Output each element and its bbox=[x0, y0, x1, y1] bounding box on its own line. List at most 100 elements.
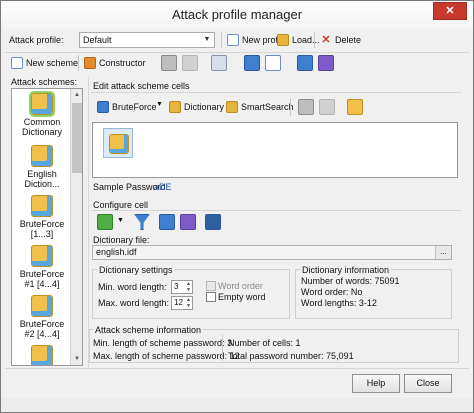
min-word-length-stepper[interactable]: 3 ▲ ▼ bbox=[171, 280, 193, 294]
word-lengths-info: Word lengths: 3-12 bbox=[301, 298, 377, 308]
chevron-down-icon: ▼ bbox=[203, 36, 211, 43]
delete-scheme-icon[interactable] bbox=[211, 55, 227, 71]
attack-schemes-pane: Attack schemes: Common Dictionary Englis… bbox=[9, 77, 85, 367]
sample-password-value: aDE bbox=[154, 182, 172, 192]
filter-icon[interactable] bbox=[134, 214, 150, 230]
dictionary-icon bbox=[169, 101, 181, 113]
spin-arrows-icon[interactable]: ▲ ▼ bbox=[185, 281, 192, 293]
smartsearch-button[interactable]: SmartSearch bbox=[226, 99, 294, 115]
save-icon[interactable] bbox=[205, 214, 221, 230]
scheme-common-dictionary[interactable]: Common Dictionary bbox=[14, 91, 70, 137]
scroll-down-icon[interactable]: ▼ bbox=[71, 353, 82, 365]
divider bbox=[91, 92, 461, 93]
spin-arrows-icon[interactable]: ▲ ▼ bbox=[185, 297, 192, 309]
browse-dictionary-button[interactable]: ... bbox=[435, 246, 451, 259]
configure-cell-title: Configure cell bbox=[93, 200, 149, 210]
dictionary-button[interactable]: Dictionary bbox=[169, 99, 224, 115]
scheme-english-dictionary[interactable]: English Diction... bbox=[14, 145, 70, 189]
attack-schemes-list[interactable]: Common Dictionary English Diction... Bru… bbox=[11, 88, 83, 366]
bruteforce-scheme-icon bbox=[31, 195, 53, 217]
toolbar-separator bbox=[314, 32, 315, 48]
smartsearch-label: SmartSearch bbox=[241, 102, 294, 112]
import-icon[interactable] bbox=[244, 55, 260, 71]
export-icon[interactable] bbox=[265, 55, 281, 71]
delete-profile-button[interactable]: ✕ Delete bbox=[320, 32, 361, 48]
bruteforce-label: BruteForce bbox=[112, 102, 157, 112]
delete-icon: ✕ bbox=[321, 34, 331, 46]
bruteforce-scheme-icon bbox=[31, 295, 53, 317]
add-dropdown-icon[interactable]: ▼ bbox=[117, 217, 124, 224]
scheme-icon bbox=[31, 345, 53, 365]
new-scheme-button[interactable]: New scheme bbox=[11, 55, 78, 71]
paste-cell-icon[interactable] bbox=[319, 99, 335, 115]
toolbar-separator bbox=[221, 32, 222, 48]
word-order-checkbox[interactable] bbox=[206, 281, 216, 291]
dictionary-cell-icon bbox=[109, 134, 129, 154]
divider bbox=[91, 210, 461, 211]
schemes-scrollbar[interactable]: ▲ ▼ bbox=[70, 89, 82, 365]
constructor-button[interactable]: Constructor bbox=[84, 55, 146, 71]
bruteforce-button[interactable]: BruteForce bbox=[97, 99, 157, 115]
toolbar-separator bbox=[78, 55, 79, 71]
paste-icon[interactable] bbox=[182, 55, 198, 71]
window-close-button[interactable]: ✕ bbox=[433, 2, 467, 20]
title-bar: Attack profile manager ✕ bbox=[1, 1, 473, 29]
copy-cell-icon[interactable] bbox=[298, 99, 314, 115]
scheme-cells-preview[interactable] bbox=[92, 122, 458, 178]
delete-cell-icon[interactable] bbox=[347, 99, 363, 115]
book-icon[interactable] bbox=[297, 55, 313, 71]
attack-profile-select[interactable]: Default ▼ bbox=[79, 32, 215, 48]
min-scheme-length: Min. length of scheme password: 3 bbox=[93, 338, 233, 348]
add-dictionary-icon[interactable] bbox=[97, 214, 113, 230]
scheme-cell[interactable] bbox=[103, 128, 133, 158]
scheme-label: BruteForce #2 [4...4] bbox=[19, 319, 65, 339]
word-order-label: Word order bbox=[218, 281, 263, 291]
divider bbox=[5, 52, 469, 53]
edit-cells-title: Edit attack scheme cells bbox=[93, 81, 190, 91]
dictionary-file-label: Dictionary file: bbox=[93, 235, 150, 245]
toolbar-separator bbox=[290, 98, 291, 116]
scheme-bruteforce-2[interactable]: BruteForce #2 [4...4] bbox=[14, 295, 70, 339]
scroll-thumb[interactable] bbox=[72, 103, 82, 173]
dictionary-file-value: english.idf bbox=[96, 247, 137, 257]
new-scheme-icon bbox=[11, 57, 23, 69]
bruteforce-icon bbox=[97, 101, 109, 113]
bruteforce-scheme-icon bbox=[31, 245, 53, 267]
dictionary-label: Dictionary bbox=[184, 102, 225, 112]
pane-divider bbox=[88, 77, 89, 369]
edit-book-icon[interactable] bbox=[180, 214, 196, 230]
help-button[interactable]: Help bbox=[352, 374, 400, 393]
max-word-length-label: Max. word length: bbox=[98, 298, 170, 308]
scheme-bruteforce-1[interactable]: BruteForce #1 [4...4] bbox=[14, 245, 70, 289]
info-separator bbox=[222, 335, 223, 361]
book-icon[interactable] bbox=[159, 214, 175, 230]
dictionary-file-field[interactable]: english.idf bbox=[92, 245, 452, 260]
edit-book-icon[interactable] bbox=[318, 55, 334, 71]
smartsearch-icon bbox=[226, 101, 238, 113]
scroll-up-icon[interactable]: ▲ bbox=[71, 89, 82, 101]
divider bbox=[5, 368, 469, 369]
profile-toolbar: Attack profile: Default ▼ New profile Lo… bbox=[9, 32, 469, 50]
empty-word-checkbox[interactable] bbox=[206, 292, 216, 302]
window-title: Attack profile manager bbox=[171, 7, 303, 22]
dictionary-information-title: Dictionary information bbox=[300, 265, 392, 275]
dictionary-scheme-icon bbox=[31, 145, 53, 167]
scheme-label: Common Dictionary bbox=[21, 117, 62, 137]
max-word-length-value: 12 bbox=[174, 298, 183, 307]
copy-icon[interactable] bbox=[161, 55, 177, 71]
new-document-icon bbox=[227, 34, 239, 46]
max-word-length-stepper[interactable]: 12 ▲ ▼ bbox=[171, 296, 193, 310]
delete-label: Delete bbox=[335, 35, 362, 45]
scheme-item[interactable] bbox=[14, 345, 70, 365]
constructor-icon bbox=[84, 57, 96, 69]
constructor-label: Constructor bbox=[99, 58, 146, 68]
dictionary-settings-title: Dictionary settings bbox=[97, 265, 175, 275]
number-of-words: Number of words: 75091 bbox=[301, 276, 400, 286]
max-scheme-length: Max. length of scheme password: 12 bbox=[93, 351, 240, 361]
bruteforce-dropdown-icon[interactable]: ▼ bbox=[156, 101, 163, 108]
scheme-label: BruteForce #1 [4...4] bbox=[19, 269, 65, 289]
open-folder-icon bbox=[277, 34, 289, 46]
close-button[interactable]: Close bbox=[404, 374, 452, 393]
scheme-bruteforce[interactable]: BruteForce [1...3] bbox=[14, 195, 70, 239]
attack-profile-value: Default bbox=[83, 35, 112, 45]
